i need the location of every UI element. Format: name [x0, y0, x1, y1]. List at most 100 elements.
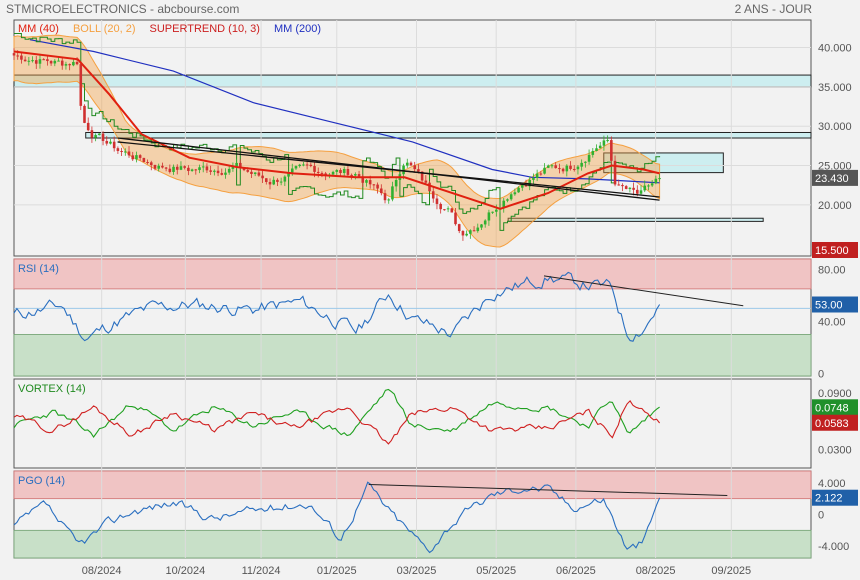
candle-body	[298, 164, 301, 167]
candle-body	[465, 233, 468, 236]
price-tick-label: 20.000	[818, 200, 852, 212]
candle-body	[127, 151, 131, 156]
candle-body	[461, 231, 465, 236]
candle-body	[272, 179, 276, 185]
price-zone	[507, 217, 764, 222]
candle-body	[138, 155, 142, 158]
candle-body	[335, 169, 339, 172]
candle-body	[650, 183, 654, 186]
candle-body	[509, 194, 513, 200]
candle-body	[342, 168, 346, 174]
candle-body	[569, 165, 572, 169]
x-tick-label: 05/2025	[476, 565, 516, 577]
candle-body	[354, 174, 357, 176]
candle-body	[142, 157, 146, 163]
pgo-tick-label: 4.000	[818, 478, 846, 490]
candle-body	[101, 133, 105, 141]
candle-body	[450, 208, 454, 213]
candle-body	[658, 178, 661, 180]
candle-body	[49, 61, 53, 64]
candle-body	[372, 184, 376, 186]
price-tick-label: 35.000	[818, 82, 852, 94]
candle-body	[621, 185, 624, 187]
rsi-oversold-zone	[13, 333, 812, 377]
candle-body	[595, 148, 598, 151]
candle-body	[491, 211, 494, 213]
candle-body	[309, 164, 313, 167]
candle-body	[561, 168, 565, 172]
candle-body	[580, 162, 583, 167]
candle-body	[647, 185, 650, 187]
x-tick-label: 08/2024	[82, 565, 122, 577]
rsi-tick-label: 0	[818, 368, 824, 380]
legend-supertrend: SUPERTREND (10, 3)	[150, 23, 260, 35]
candle-body	[469, 230, 472, 234]
candle-body	[168, 168, 172, 172]
candle-body	[405, 162, 409, 166]
candle-body	[60, 60, 64, 66]
candle-body	[72, 61, 75, 66]
price-tick-label: 40.000	[818, 43, 852, 55]
candle-body	[183, 166, 186, 168]
candle-body	[149, 162, 153, 165]
candle-body	[16, 55, 20, 57]
price-zone	[85, 131, 812, 139]
candle-body	[227, 168, 231, 173]
candle-body	[320, 172, 324, 174]
candle-body	[443, 209, 446, 211]
candle-body	[34, 60, 38, 64]
candle-body	[487, 212, 491, 221]
candle-body	[179, 166, 183, 170]
rsi-overbought-zone	[13, 258, 812, 290]
candle-body	[558, 168, 561, 170]
candle-body	[376, 184, 379, 189]
pgo-tag: 2.122	[815, 493, 843, 505]
candle-body	[112, 141, 116, 149]
candle-body	[383, 193, 387, 201]
candle-body	[587, 154, 591, 162]
rsi-tag: 53.00	[815, 300, 843, 312]
vortex-plus-tag: 0.0748	[815, 402, 849, 414]
candle-body	[517, 187, 520, 193]
candle-body	[380, 188, 383, 194]
candle-body	[476, 227, 480, 232]
candle-body	[146, 162, 149, 164]
candle-body	[216, 170, 220, 174]
candle-body	[357, 174, 361, 177]
candle-body	[446, 208, 450, 210]
candle-body	[543, 167, 546, 174]
last-price-tag: 23.430	[815, 173, 849, 185]
candle-body	[198, 167, 201, 171]
candle-body	[124, 151, 127, 153]
candle-body	[472, 230, 476, 232]
panel-vtx	[13, 378, 812, 469]
candle-body	[268, 181, 272, 185]
candle-body	[27, 60, 31, 62]
vortex-tick-label: 0.0300	[818, 444, 852, 456]
x-tick-label: 09/2025	[711, 565, 751, 577]
candle-body	[391, 186, 394, 200]
candle-body	[46, 59, 49, 62]
candle-body	[350, 174, 353, 176]
candle-body	[175, 166, 179, 170]
candle-body	[250, 171, 253, 174]
candle-body	[539, 173, 543, 175]
x-tick-label: 10/2024	[165, 565, 205, 577]
price-tick-label: 30.000	[818, 121, 852, 133]
candle-body	[79, 64, 83, 106]
vortex-label: VORTEX (14)	[18, 383, 86, 395]
chart-canvas: 40.00035.00030.00025.00020.00008/2024 10/…	[12, 19, 858, 577]
candle-body	[294, 166, 298, 169]
candle-body	[387, 199, 391, 201]
candle-body	[305, 164, 309, 166]
candle-body	[42, 59, 45, 61]
candle-body	[161, 165, 164, 168]
candle-body	[632, 187, 635, 190]
x-tick-label: 01/2025	[317, 565, 357, 577]
candle-body	[53, 60, 57, 64]
candle-body	[209, 170, 212, 172]
candle-body	[424, 180, 428, 183]
candle-body	[157, 165, 160, 169]
candle-body	[164, 167, 168, 169]
candle-body	[187, 167, 190, 171]
